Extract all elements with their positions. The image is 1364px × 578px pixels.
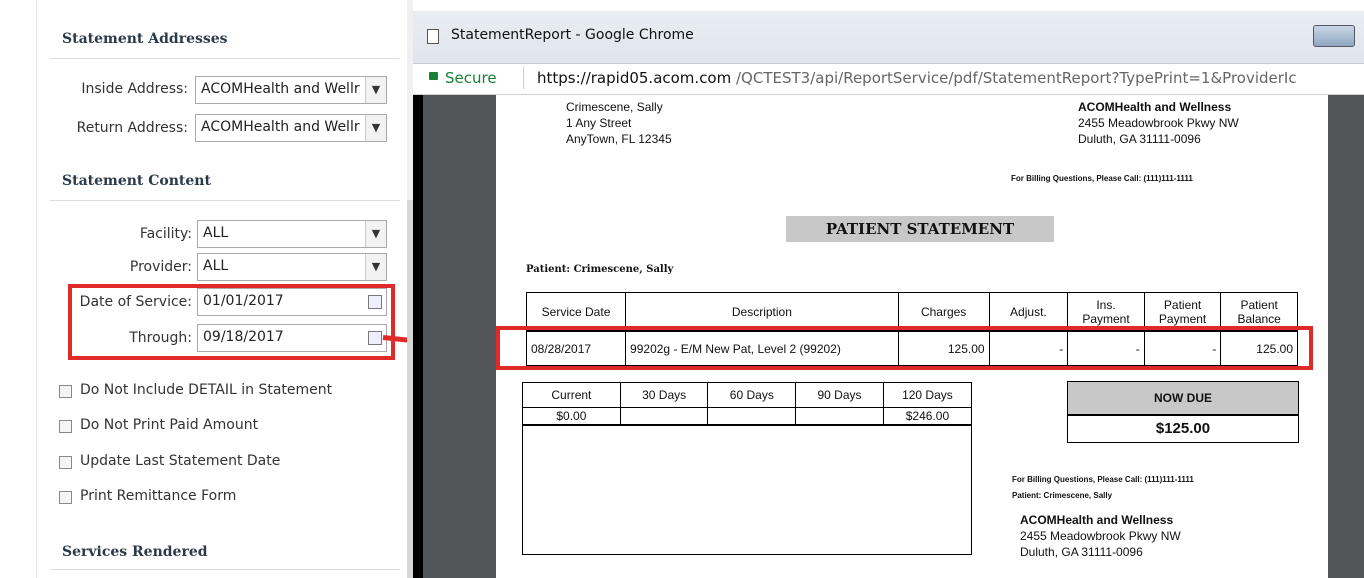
aging-value: [707, 407, 797, 425]
inside-address-label: Inside Address:: [81, 81, 188, 97]
browser-titlebar: StatementReport - Google Chrome: [413, 11, 1364, 64]
col-header: Ins. Payment: [1067, 292, 1145, 331]
address-bar[interactable]: Secure https://rapid05.acom.com /QCTEST3…: [413, 64, 1364, 95]
patient-address-line: AnyTown, FL 12345: [566, 132, 672, 146]
checkbox-remittance[interactable]: [59, 491, 72, 504]
services-rendered-heading: Services Rendered: [62, 544, 208, 560]
col-header: Adjust.: [988, 292, 1069, 331]
statement-content-heading: Statement Content: [62, 173, 211, 189]
patient-address-line: 1 Any Street: [566, 116, 632, 130]
provider-name: ACOMHealth and Wellness: [1078, 100, 1232, 114]
aging-value: [795, 407, 884, 425]
provider-select[interactable]: ALL ▼: [197, 253, 387, 281]
aging-header: Current: [522, 382, 621, 408]
remit-address-line: 2455 Meadowbrook Pkwy NW: [1020, 529, 1181, 543]
lock-icon: [429, 72, 438, 80]
remit-provider-address: ACOMHealth and Wellness 2455 Meadowbrook…: [1020, 512, 1181, 560]
inside-address-select[interactable]: ACOMHealth and Wellr ▼: [195, 76, 387, 104]
provider-address: ACOMHealth and Wellness 2455 Meadowbrook…: [1078, 99, 1239, 147]
patient-address: Crimescene, Sally 1 Any Street AnyTown, …: [566, 99, 672, 147]
provider-label: Provider:: [129, 259, 192, 275]
aging-value: $0.00: [522, 407, 621, 425]
checkbox-no-detail[interactable]: [59, 385, 72, 398]
chevron-down-icon[interactable]: ▼: [365, 221, 386, 247]
col-header: Patient Payment: [1143, 292, 1222, 331]
highlight-date-range: [68, 284, 395, 360]
return-address-select[interactable]: ACOMHealth and Wellr ▼: [195, 114, 387, 142]
aging-table: Current 30 Days 60 Days 90 Days 120 Days…: [522, 382, 973, 425]
col-header: Description: [625, 292, 899, 331]
minimize-button[interactable]: [1313, 25, 1355, 47]
provider-address-line: 2455 Meadowbrook Pkwy NW: [1078, 116, 1239, 130]
section-divider: [50, 58, 400, 59]
col-header: Service Date: [525, 292, 627, 331]
inside-address-value: ACOMHealth and Wellr: [201, 81, 360, 97]
provider-address-line: Duluth, GA 31111-0096: [1078, 132, 1201, 146]
checkbox-remittance-label: Print Remittance Form: [80, 488, 237, 504]
return-address-value: ACOMHealth and Wellr: [201, 119, 360, 135]
chevron-down-icon[interactable]: ▼: [365, 77, 386, 103]
remit-provider-name: ACOMHealth and Wellness: [1020, 513, 1174, 527]
aging-header: 60 Days: [707, 382, 797, 408]
checkbox-update-date[interactable]: [59, 456, 72, 469]
secure-label: Secure: [445, 69, 497, 87]
aging-header: 120 Days: [882, 382, 973, 408]
col-header: Patient Balance: [1220, 292, 1298, 331]
aging-value: $246.00: [882, 407, 973, 425]
url-path: /QCTEST3/api/ReportService/pdf/Statement…: [736, 69, 1297, 87]
billing-questions: For Billing Questions, Please Call: (111…: [1011, 174, 1193, 183]
aging-value: [619, 407, 709, 425]
patient-line: Patient: Crimescene, Sally: [526, 264, 674, 275]
col-header: Charges: [897, 292, 990, 331]
now-due-value: $125.00: [1067, 415, 1299, 443]
patient-address-line: Crimescene, Sally: [566, 100, 663, 114]
url-host: https://rapid05.acom.com: [537, 69, 732, 87]
highlight-service-row: [496, 326, 1313, 370]
statement-addresses-heading: Statement Addresses: [62, 31, 228, 47]
remit-address-line: Duluth, GA 31111-0096: [1020, 545, 1143, 559]
checkbox-no-paid-amount[interactable]: [59, 420, 72, 433]
chevron-down-icon[interactable]: ▼: [365, 254, 386, 280]
message-box: [522, 425, 972, 555]
section-divider: [50, 200, 400, 201]
statement-title: PATIENT STATEMENT: [786, 216, 1054, 242]
checkbox-no-detail-label: Do Not Include DETAIL in Statement: [80, 382, 333, 398]
address-separator: [523, 67, 524, 89]
page-icon: [427, 29, 439, 44]
checkbox-no-paid-amount-label: Do Not Print Paid Amount: [80, 417, 259, 433]
chevron-down-icon[interactable]: ▼: [365, 115, 386, 141]
pdf-page: Crimescene, Sally 1 Any Street AnyTown, …: [496, 95, 1328, 578]
remit-billing-questions: For Billing Questions, Please Call: (111…: [1012, 475, 1194, 484]
now-due-label: NOW DUE: [1067, 381, 1299, 415]
window-title: StatementReport - Google Chrome: [451, 27, 694, 43]
provider-value: ALL: [203, 258, 229, 274]
aging-header: 90 Days: [795, 382, 884, 408]
facility-value: ALL: [203, 225, 229, 241]
facility-label: Facility:: [139, 226, 192, 242]
facility-select[interactable]: ALL ▼: [197, 220, 387, 248]
aging-header: 30 Days: [619, 382, 709, 408]
section-divider: [50, 569, 400, 570]
return-address-label: Return Address:: [76, 120, 188, 136]
checkbox-update-date-label: Update Last Statement Date: [80, 453, 281, 469]
remit-patient: Patient: Crimescene, Sally: [1012, 491, 1113, 500]
